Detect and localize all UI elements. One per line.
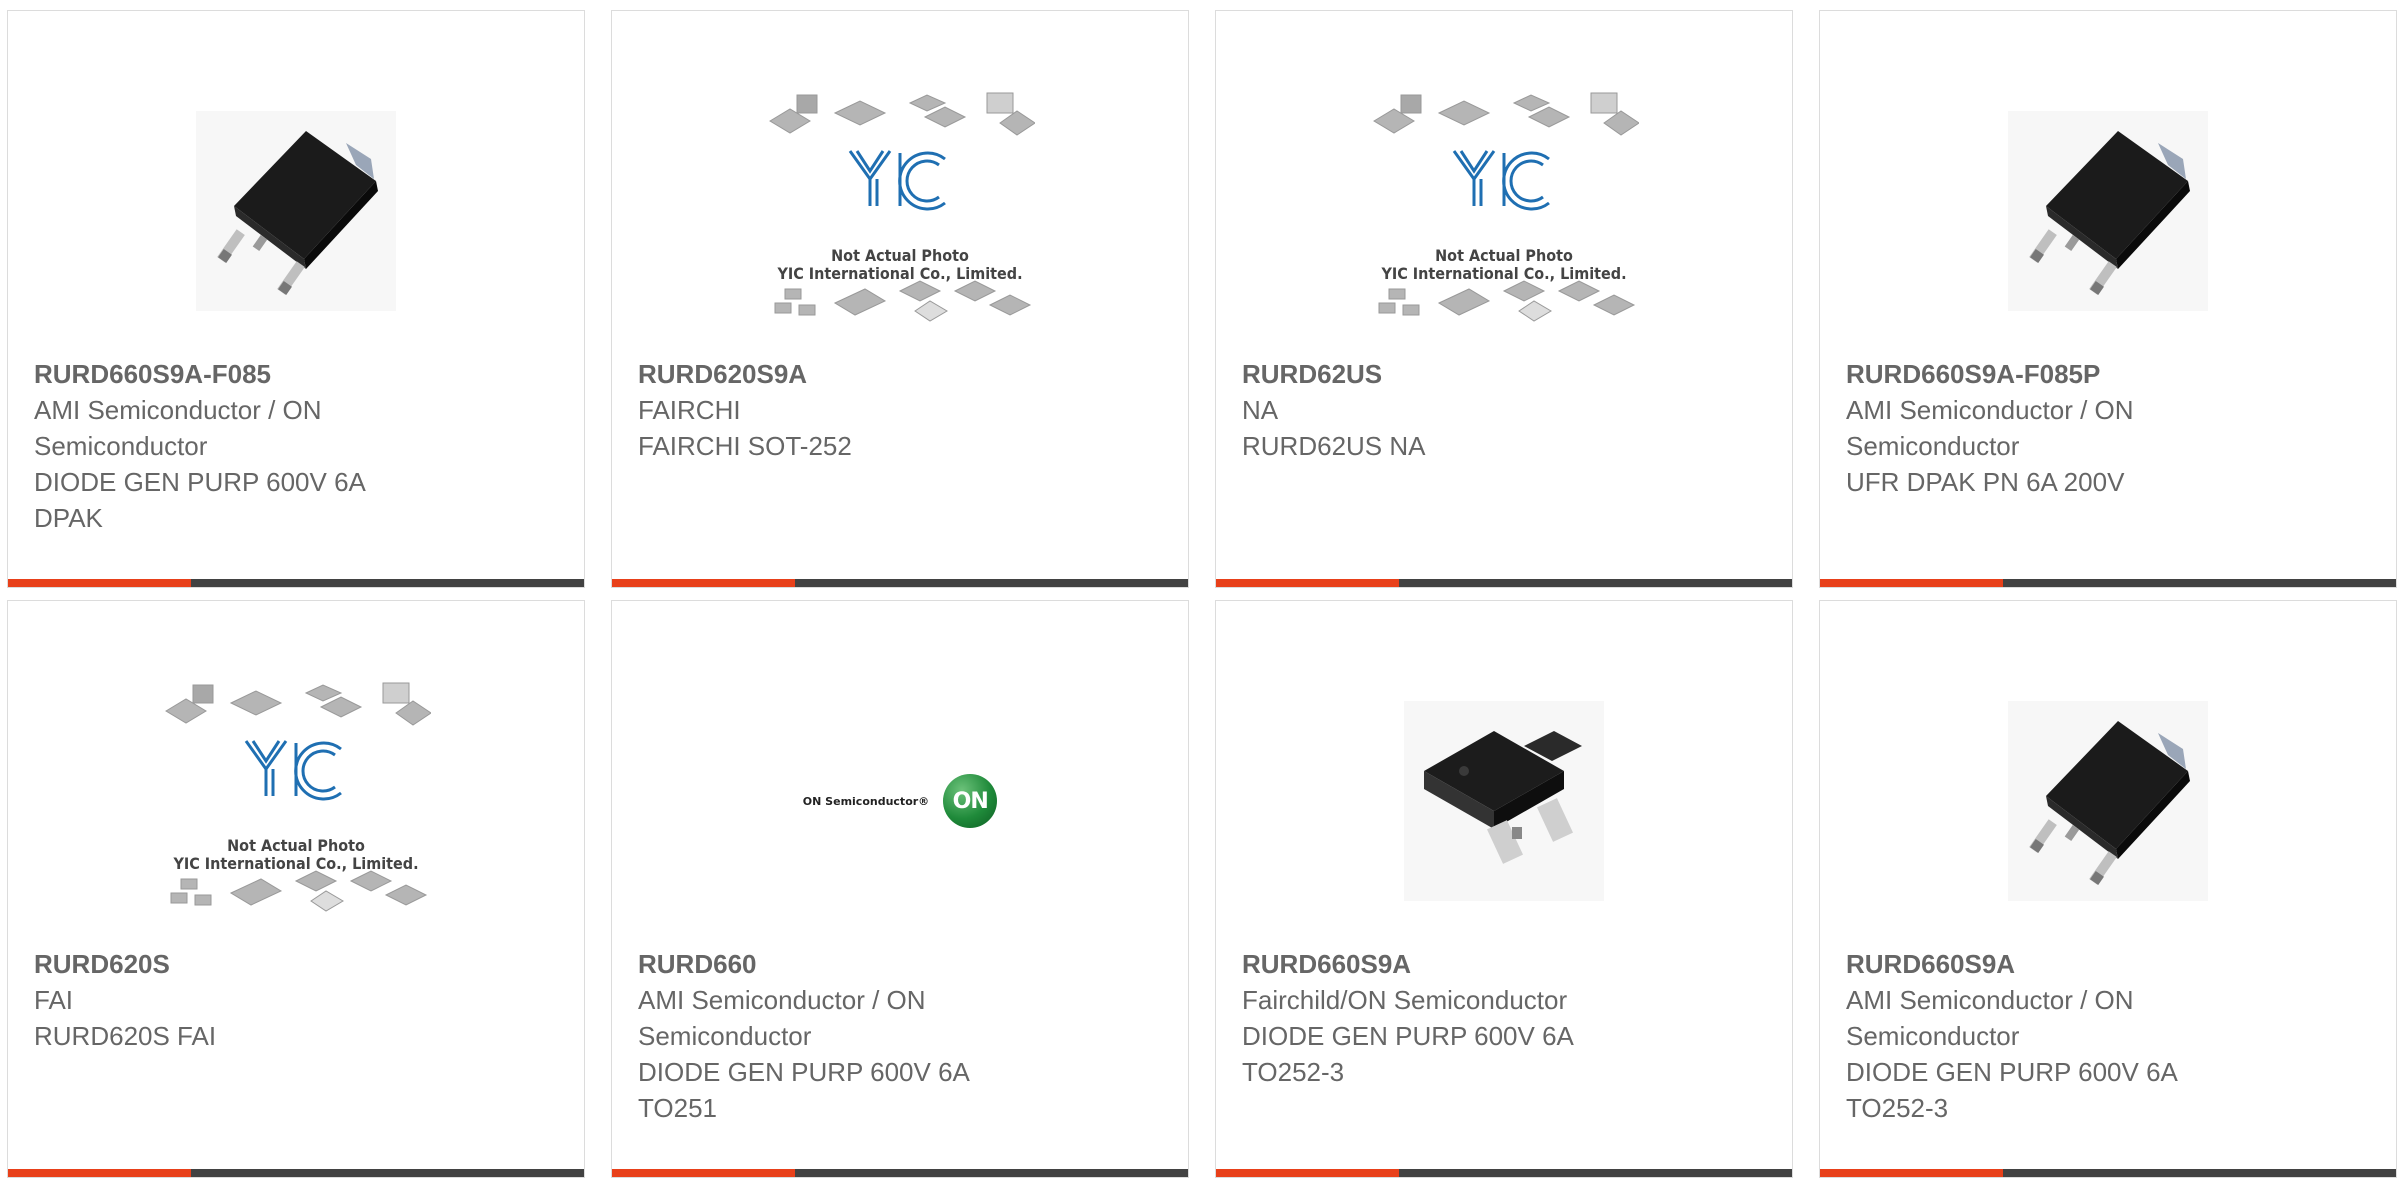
product-line: Semiconductor bbox=[1846, 1021, 2020, 1051]
card-footer-bar bbox=[1216, 579, 1792, 587]
placeholder-caption: Not Actual Photo bbox=[831, 246, 969, 265]
product-card[interactable]: RURD660S9A Fairchild/ON Semiconductor DI… bbox=[1215, 600, 1793, 1178]
product-image[interactable] bbox=[1216, 661, 1792, 941]
product-info: RURD660S9A-F085 AMI Semiconductor / ON S… bbox=[34, 356, 414, 536]
placeholder-caption: YIC International Co., Limited. bbox=[173, 854, 419, 873]
product-info: RURD660S9A-F085P AMI Semiconductor / ON … bbox=[1846, 356, 2226, 500]
dpak-package-icon bbox=[2008, 701, 2208, 901]
product-line: TO251 bbox=[638, 1093, 718, 1123]
placeholder-caption: YIC International Co., Limited. bbox=[777, 264, 1023, 283]
card-footer-bar bbox=[1216, 1169, 1792, 1177]
product-line: AMI Semiconductor / ON bbox=[638, 985, 926, 1015]
product-line: DPAK bbox=[34, 503, 103, 533]
product-line: AMI Semiconductor / ON bbox=[1846, 395, 2134, 425]
product-card[interactable]: Not Actual Photo YIC International Co., … bbox=[7, 600, 585, 1178]
product-card[interactable]: RURD660S9A-F085P AMI Semiconductor / ON … bbox=[1819, 10, 2397, 588]
placeholder-caption: YIC International Co., Limited. bbox=[1381, 264, 1627, 283]
on-logo-icon: ON bbox=[943, 774, 998, 828]
logo-text: ON Semiconductor® bbox=[802, 794, 930, 808]
product-info: RURD62US NA RURD62US NA bbox=[1242, 356, 1622, 464]
product-line: Semiconductor bbox=[34, 431, 208, 461]
placeholder-caption: Not Actual Photo bbox=[1435, 246, 1573, 265]
product-line: Semiconductor bbox=[638, 1021, 812, 1051]
product-line: FAI bbox=[34, 985, 74, 1015]
card-footer-bar bbox=[1820, 1169, 2396, 1177]
product-line: UFR DPAK PN 6A 200V bbox=[1846, 467, 2125, 497]
product-card[interactable]: Not Actual Photo YIC International Co., … bbox=[611, 10, 1189, 588]
product-line: AMI Semiconductor / ON bbox=[1846, 985, 2134, 1015]
product-image[interactable] bbox=[8, 71, 584, 351]
part-number[interactable]: RURD62US bbox=[1242, 356, 1622, 392]
product-line: DIODE GEN PURP 600V 6A bbox=[1846, 1057, 2178, 1087]
product-image[interactable]: Not Actual Photo YIC International Co., … bbox=[8, 661, 584, 941]
product-line: DIODE GEN PURP 600V 6A bbox=[34, 467, 366, 497]
card-footer-bar bbox=[8, 1169, 584, 1177]
product-line: RURD62US NA bbox=[1242, 431, 1426, 461]
dpak-package-icon bbox=[196, 111, 396, 311]
card-footer-bar bbox=[1820, 579, 2396, 587]
to252-package-icon bbox=[1404, 701, 1604, 901]
dpak-package-icon bbox=[2008, 111, 2208, 311]
product-image[interactable]: Not Actual Photo YIC International Co., … bbox=[612, 71, 1188, 351]
product-line: DIODE GEN PURP 600V 6A bbox=[638, 1057, 970, 1087]
product-line: Fairchild/ON Semiconductor bbox=[1242, 985, 1568, 1015]
product-image[interactable]: ON Semiconductor® ON bbox=[612, 661, 1188, 941]
product-card[interactable]: Not Actual Photo YIC International Co., … bbox=[1215, 10, 1793, 588]
part-number[interactable]: RURD660 bbox=[638, 946, 1018, 982]
product-line: TO252-3 bbox=[1846, 1093, 1949, 1123]
product-image[interactable] bbox=[1820, 71, 2396, 351]
product-info: RURD660S9A Fairchild/ON Semiconductor DI… bbox=[1242, 946, 1622, 1090]
on-semiconductor-logo: ON Semiconductor® ON bbox=[802, 774, 998, 828]
part-number[interactable]: RURD660S9A bbox=[1242, 946, 1622, 982]
product-image[interactable]: Not Actual Photo YIC International Co., … bbox=[1216, 71, 1792, 351]
part-number[interactable]: RURD620S bbox=[34, 946, 414, 982]
part-number[interactable]: RURD660S9A-F085P bbox=[1846, 356, 2226, 392]
product-line: RURD620S FAI bbox=[34, 1021, 217, 1051]
product-line: TO252-3 bbox=[1242, 1057, 1345, 1087]
product-line: DIODE GEN PURP 600V 6A bbox=[1242, 1021, 1574, 1051]
part-number[interactable]: RURD620S9A bbox=[638, 356, 1018, 392]
card-footer-bar bbox=[612, 579, 1188, 587]
card-footer-bar bbox=[612, 1169, 1188, 1177]
product-card[interactable]: RURD660S9A-F085 AMI Semiconductor / ON S… bbox=[7, 10, 585, 588]
product-info: RURD660S9A AMI Semiconductor / ON Semico… bbox=[1846, 946, 2226, 1126]
product-line: Semiconductor bbox=[1846, 431, 2020, 461]
product-card[interactable]: RURD660S9A AMI Semiconductor / ON Semico… bbox=[1819, 600, 2397, 1178]
not-actual-photo-placeholder: Not Actual Photo YIC International Co., … bbox=[765, 91, 1035, 331]
not-actual-photo-placeholder: Not Actual Photo YIC International Co., … bbox=[1369, 91, 1639, 331]
product-info: RURD620S FAI RURD620S FAI bbox=[34, 946, 414, 1054]
card-footer-bar bbox=[8, 579, 584, 587]
product-info: RURD620S9A FAIRCHI FAIRCHI SOT-252 bbox=[638, 356, 1018, 464]
placeholder-caption: Not Actual Photo bbox=[227, 836, 365, 855]
product-grid: RURD660S9A-F085 AMI Semiconductor / ON S… bbox=[0, 0, 2400, 1178]
product-card[interactable]: ON Semiconductor® ON RURD660 AMI Semicon… bbox=[611, 600, 1189, 1178]
product-line: FAIRCHI SOT-252 bbox=[638, 431, 852, 461]
product-line: AMI Semiconductor / ON bbox=[34, 395, 322, 425]
not-actual-photo-placeholder: Not Actual Photo YIC International Co., … bbox=[161, 681, 431, 921]
product-image[interactable] bbox=[1820, 661, 2396, 941]
part-number[interactable]: RURD660S9A bbox=[1846, 946, 2226, 982]
product-info: RURD660 AMI Semiconductor / ON Semicondu… bbox=[638, 946, 1018, 1126]
product-line: NA bbox=[1242, 395, 1279, 425]
product-line: FAIRCHI bbox=[638, 395, 741, 425]
part-number[interactable]: RURD660S9A-F085 bbox=[34, 356, 414, 392]
